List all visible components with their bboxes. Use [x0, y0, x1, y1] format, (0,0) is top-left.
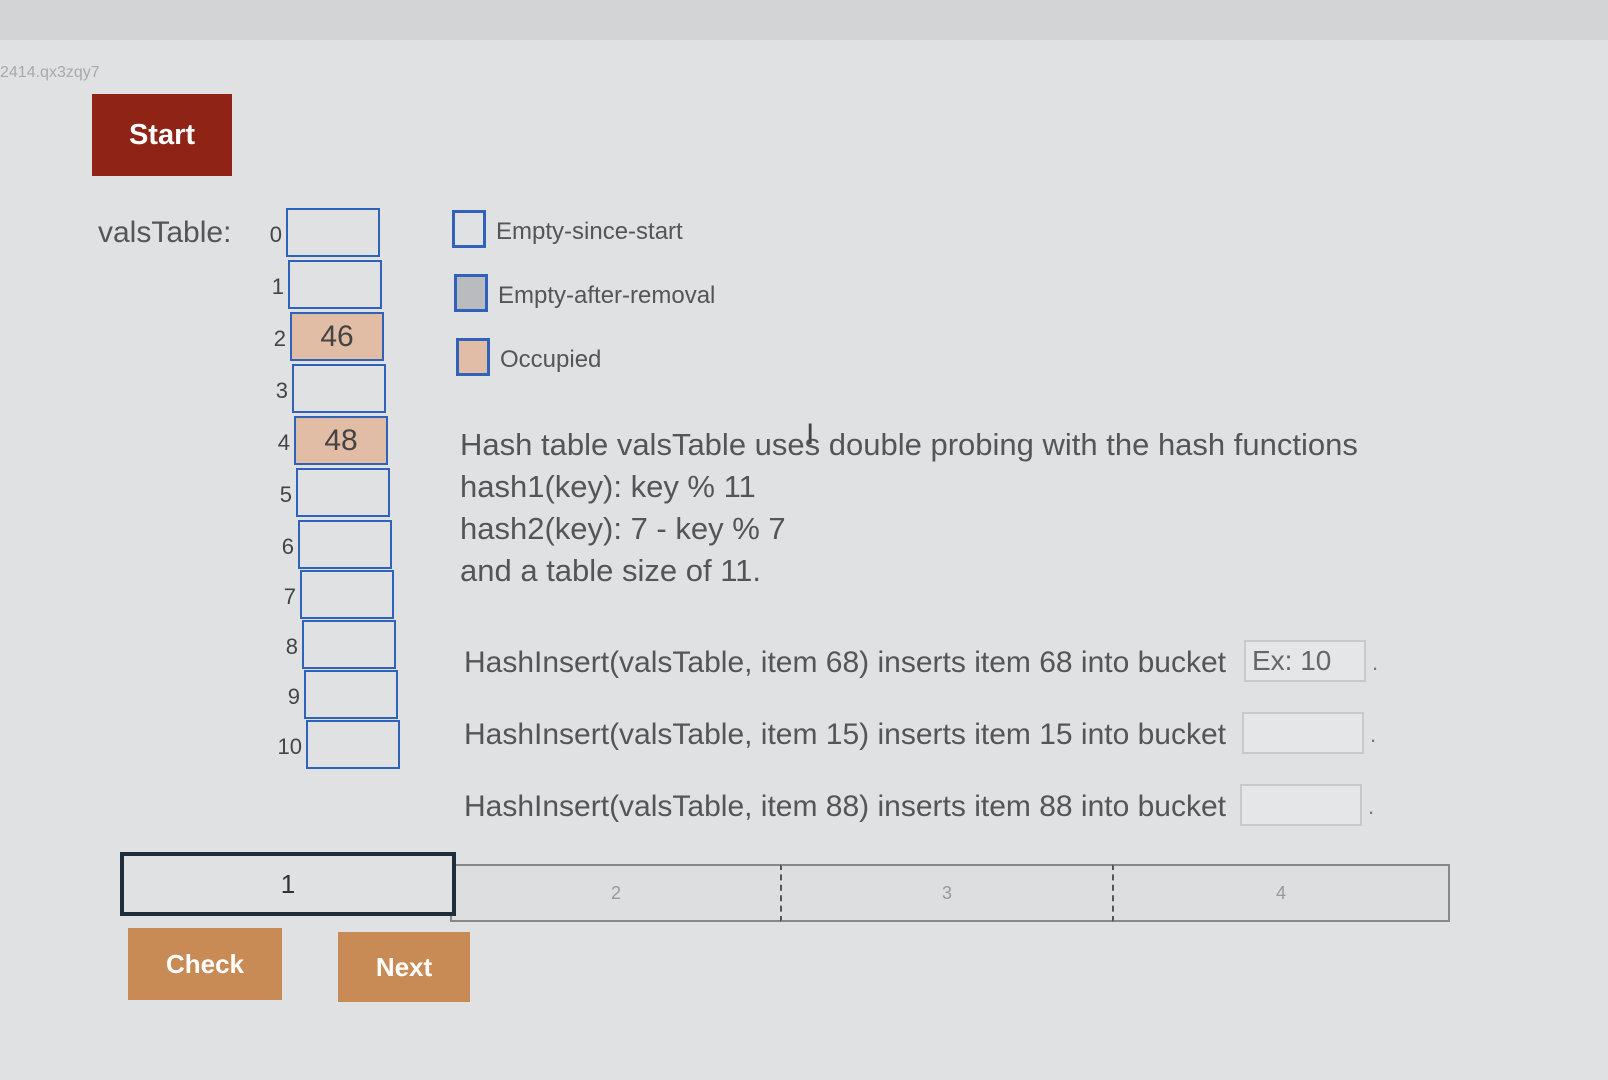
step-3[interactable]: 3 — [780, 864, 1114, 922]
legend-item: Occupied — [456, 338, 856, 382]
question-text: HashInsert(valsTable, item 68) inserts i… — [464, 646, 1226, 679]
bucket-cell — [306, 720, 400, 769]
bucket-index: 1 — [271, 274, 284, 299]
step-1[interactable]: 1 — [120, 852, 456, 916]
legend-label: Empty-after-removal — [498, 282, 716, 309]
bucket-cell: 46 — [290, 312, 384, 361]
bucket-index: 8 — [285, 634, 298, 659]
bucket-cell: 48 — [294, 416, 388, 465]
occupied-swatch — [456, 338, 490, 376]
bucket-cell — [296, 468, 390, 517]
bucket-cell — [292, 364, 386, 413]
bucket-index: 2 — [273, 326, 286, 351]
bucket-answer-input[interactable] — [1244, 640, 1366, 682]
bucket-index: 5 — [279, 482, 292, 507]
legend-label: Occupied — [500, 346, 602, 373]
text-cursor-icon: I — [806, 418, 815, 451]
empty-since-start-swatch — [452, 210, 486, 248]
progress-steps: 1 2 3 4 — [120, 852, 1450, 928]
empty-after-removal-swatch — [454, 274, 488, 312]
question-row: HashInsert(valsTable, item 68) inserts i… — [464, 640, 1384, 686]
description-line: and a table size of 11. — [460, 553, 762, 588]
bucket-index: 6 — [281, 534, 294, 559]
bucket-cell — [288, 260, 382, 309]
table-label: valsTable: — [98, 216, 232, 249]
top-bar — [0, 0, 1608, 40]
bucket-cell — [304, 670, 398, 719]
description-line: Hash table valsTable uses double probing… — [460, 427, 1358, 462]
period-mark: . — [1368, 794, 1375, 819]
bucket-index: 0 — [269, 222, 282, 247]
description-line: hash1(key): key % 11 — [460, 469, 756, 504]
legend-label: Empty-since-start — [496, 218, 683, 245]
bucket-index: 10 — [277, 734, 302, 759]
question-text: HashInsert(valsTable, item 15) inserts i… — [464, 718, 1226, 751]
step-4[interactable]: 4 — [1112, 864, 1450, 922]
next-button[interactable]: Next — [338, 932, 470, 1002]
bucket-answer-input[interactable] — [1242, 712, 1364, 754]
period-mark: . — [1372, 650, 1379, 675]
question-row: HashInsert(valsTable, item 88) inserts i… — [464, 784, 1384, 830]
question-row: HashInsert(valsTable, item 15) inserts i… — [464, 712, 1384, 758]
question-text: HashInsert(valsTable, item 88) inserts i… — [464, 790, 1226, 823]
problem-description: Hash table valsTable uses double probing… — [460, 424, 1358, 592]
bucket-answer-input[interactable] — [1240, 784, 1362, 826]
description-line: hash2(key): 7 - key % 7 — [460, 511, 786, 546]
bucket-index: 4 — [277, 430, 290, 455]
bucket-cell — [298, 520, 392, 569]
bucket-cell — [300, 570, 394, 619]
legend-item: Empty-after-removal — [454, 274, 854, 318]
step-2[interactable]: 2 — [450, 864, 782, 922]
bucket-index: 9 — [287, 684, 300, 709]
check-button[interactable]: Check — [128, 928, 282, 1000]
bucket-cell — [286, 208, 380, 257]
bucket-index: 3 — [275, 378, 288, 403]
legend-item: Empty-since-start — [452, 210, 852, 254]
bucket-index: 7 — [283, 584, 296, 609]
activity-id: 2414.qx3zqy7 — [0, 64, 100, 81]
bucket-cell — [302, 620, 396, 669]
period-mark: . — [1370, 722, 1377, 747]
start-button[interactable]: Start — [92, 94, 232, 176]
